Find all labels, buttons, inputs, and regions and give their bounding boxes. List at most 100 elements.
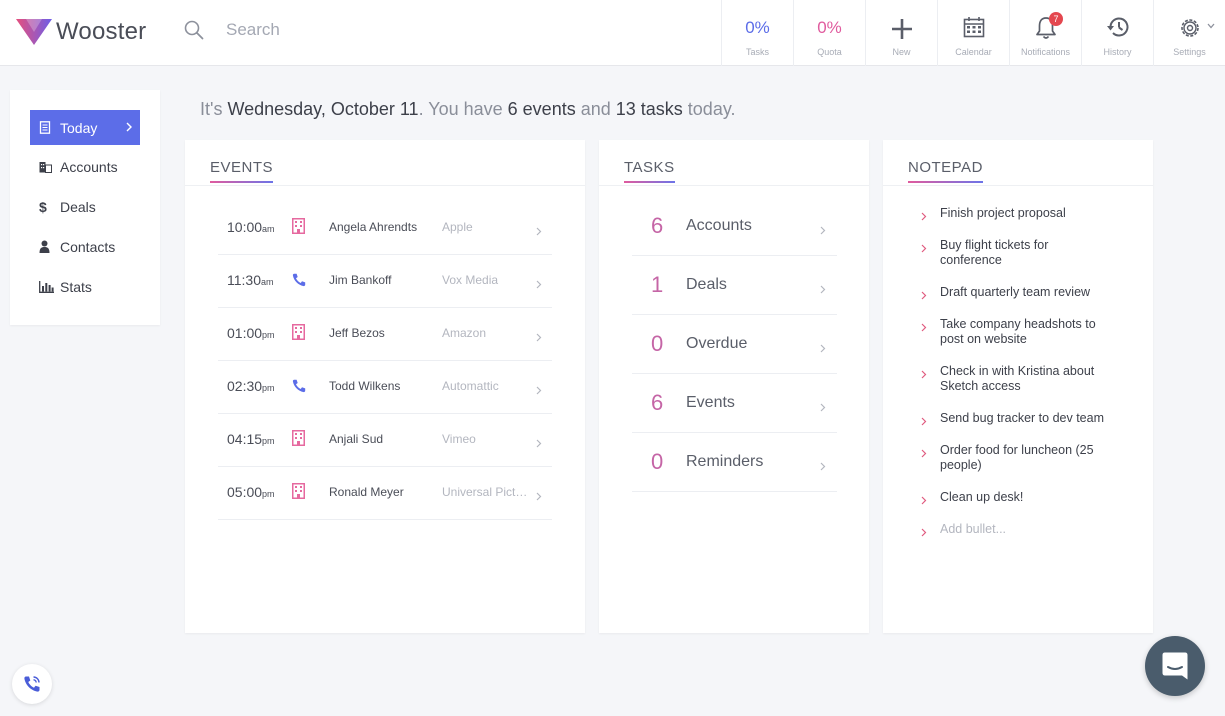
chat-launcher-button[interactable]: [1145, 636, 1205, 696]
greeting-date: Wednesday, October 11: [227, 99, 419, 119]
history-icon: [1106, 17, 1128, 37]
note-text: Finish project proposal: [940, 206, 1066, 220]
event-contact-name: Angela Ahrendts: [329, 220, 418, 234]
event-time-ampm: pm: [262, 489, 275, 499]
sidebar-item-label: Today: [60, 119, 98, 136]
chevron-right-icon: [820, 344, 826, 353]
building-icon: [292, 218, 305, 234]
person-icon: [39, 240, 57, 253]
event-company: Automattic: [442, 379, 499, 393]
sidebar-item-deals[interactable]: $ Deals: [30, 189, 140, 224]
greeting-prefix: It's: [200, 99, 228, 119]
event-row[interactable]: 04:15pm Anjali Sud Vimeo: [218, 414, 552, 467]
event-contact-name: Jeff Bezos: [329, 326, 385, 340]
note-bullet[interactable]: Send bug tracker to dev team: [921, 411, 1111, 426]
event-company: Vimeo: [442, 432, 476, 446]
nav-tasks-label: Tasks: [745, 47, 769, 57]
chat-icon: [1162, 652, 1188, 680]
greeting-suffix: today.: [682, 99, 736, 119]
event-time: 05:00pm: [227, 484, 275, 500]
nav-notifications[interactable]: 7 Notifications: [1009, 0, 1081, 66]
search-bar: [184, 20, 526, 40]
event-row[interactable]: 05:00pm Ronald Meyer Universal Pictures: [218, 467, 552, 520]
nav-calendar[interactable]: Calendar: [937, 0, 1009, 66]
sidebar-item-contacts[interactable]: Contacts: [30, 229, 140, 264]
event-time: 04:15pm: [227, 431, 275, 447]
event-time-ampm: am: [262, 224, 275, 234]
logo[interactable]: Wooster: [16, 18, 146, 46]
note-bullet[interactable]: Finish project proposal: [921, 206, 1111, 221]
note-bullet[interactable]: Buy flight tickets for conference: [921, 238, 1111, 268]
tasks-percent: 0%: [745, 18, 770, 37]
task-row-reminders[interactable]: 0 Reminders: [632, 433, 837, 492]
task-row-deals[interactable]: 1 Deals: [632, 256, 837, 315]
nav-new[interactable]: New: [865, 0, 937, 66]
task-label: Reminders: [686, 453, 764, 470]
chevron-down-icon: [1207, 23, 1215, 29]
event-time-value: 11:30: [227, 272, 261, 288]
nav-tasks[interactable]: 0% Tasks: [721, 0, 793, 66]
document-icon: [39, 121, 57, 134]
bullet-chevron-icon: [921, 528, 927, 537]
event-contact-name: Jim Bankoff: [329, 273, 392, 287]
note-text: Send bug tracker to dev team: [940, 411, 1104, 425]
event-time-ampm: am: [261, 277, 274, 287]
note-bullet[interactable]: Take company headshots to post on websit…: [921, 317, 1111, 347]
nav-notifications-label: Notifications: [1020, 47, 1071, 57]
nav-quota[interactable]: 0% Quota: [793, 0, 865, 66]
note-bullet[interactable]: Draft quarterly team review: [921, 285, 1111, 300]
note-bullet[interactable]: Check in with Kristina about Sketch acce…: [921, 364, 1111, 394]
app-name: Wooster: [56, 18, 147, 45]
event-time: 01:00pm: [227, 325, 275, 341]
building-icon: [39, 161, 57, 173]
greeting-tasks-count: 13 tasks: [615, 99, 683, 119]
nav-history-label: History: [1103, 47, 1132, 57]
task-label: Accounts: [686, 217, 752, 234]
event-row[interactable]: 11:30am Jim Bankoff Vox Media: [218, 255, 552, 308]
task-label: Overdue: [686, 335, 748, 352]
task-row-accounts[interactable]: 6 Accounts: [632, 197, 837, 256]
event-company: Apple: [442, 220, 473, 234]
events-title: EVENTS: [210, 159, 274, 183]
building-icon: [292, 430, 305, 446]
event-row[interactable]: 10:00am Angela Ahrendts Apple: [218, 202, 552, 255]
gear-icon: [1180, 19, 1199, 37]
sidebar-item-stats[interactable]: Stats: [30, 269, 140, 304]
task-row-events[interactable]: 6 Events: [632, 374, 837, 433]
search-input[interactable]: [226, 20, 526, 40]
search-icon: [184, 20, 204, 40]
nav-settings[interactable]: Settings: [1153, 0, 1225, 66]
phone-icon: [292, 273, 306, 287]
sidebar-item-label: Accounts: [60, 158, 118, 175]
nav-settings-label: Settings: [1173, 47, 1206, 57]
quota-percent: 0%: [817, 18, 842, 37]
event-time-value: 10:00: [227, 219, 263, 235]
event-row[interactable]: 01:00pm Jeff Bezos Amazon: [218, 308, 552, 361]
note-text: Buy flight tickets for conference: [940, 238, 1049, 267]
sidebar-item-accounts[interactable]: Accounts: [30, 149, 140, 184]
task-row-overdue[interactable]: 0 Overdue: [632, 315, 837, 374]
sidebar-item-label: Contacts: [60, 238, 116, 255]
note-bullet[interactable]: Clean up desk!: [921, 490, 1111, 505]
event-time-value: 01:00: [227, 325, 263, 341]
greeting: It's Wednesday, October 11. You have 6 e…: [200, 99, 736, 120]
top-nav: 0% Tasks 0% Quota New Calendar 7 Notific…: [721, 0, 1225, 66]
add-bullet-input[interactable]: Add bullet...: [921, 522, 1111, 537]
greeting-mid2: and: [575, 99, 616, 119]
nav-history[interactable]: History: [1081, 0, 1153, 66]
event-row[interactable]: 02:30pm Todd Wilkens Automattic: [218, 361, 552, 414]
sidebar-item-today[interactable]: Today: [30, 110, 140, 145]
event-time-value: 04:15: [227, 431, 263, 447]
tasks-title: TASKS: [624, 159, 675, 183]
note-bullet[interactable]: Order food for luncheon (25 people): [921, 443, 1111, 473]
chevron-right-icon: [536, 227, 542, 236]
dialer-button[interactable]: [12, 664, 52, 704]
bar-chart-icon: [39, 280, 57, 293]
phone-call-icon: [24, 676, 40, 692]
tasks-card-header: TASKS: [599, 140, 869, 186]
sidebar: Today Accounts $ Deals Contacts Stats: [10, 90, 160, 325]
event-contact-name: Ronald Meyer: [329, 485, 404, 499]
notification-badge: 7: [1049, 12, 1063, 26]
note-text: Draft quarterly team review: [940, 285, 1091, 299]
calendar-icon: [963, 17, 984, 38]
